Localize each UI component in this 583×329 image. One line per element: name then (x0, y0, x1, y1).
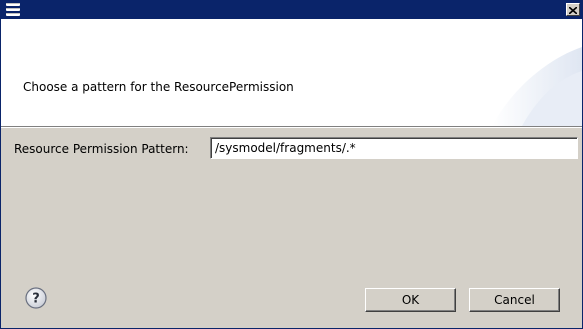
help-icon[interactable]: ? (25, 287, 47, 309)
dialog-window: Choose a pattern for the ResourcePermiss… (0, 0, 583, 329)
banner-divider (1, 126, 582, 128)
pattern-label: Resource Permission Pattern: (14, 142, 189, 156)
banner-decoration-graphic (492, 47, 582, 126)
banner-message: Choose a pattern for the ResourcePermiss… (23, 80, 294, 94)
title-bar[interactable] (1, 1, 582, 19)
pattern-input[interactable] (210, 137, 578, 159)
close-button[interactable] (566, 3, 580, 16)
dialog-banner: Choose a pattern for the ResourcePermiss… (1, 19, 582, 126)
window-menu-icon[interactable] (5, 2, 21, 18)
help-glyph: ? (32, 292, 40, 307)
ok-button[interactable]: OK (365, 288, 456, 312)
cancel-button[interactable]: Cancel (469, 288, 560, 312)
close-icon (568, 3, 578, 17)
